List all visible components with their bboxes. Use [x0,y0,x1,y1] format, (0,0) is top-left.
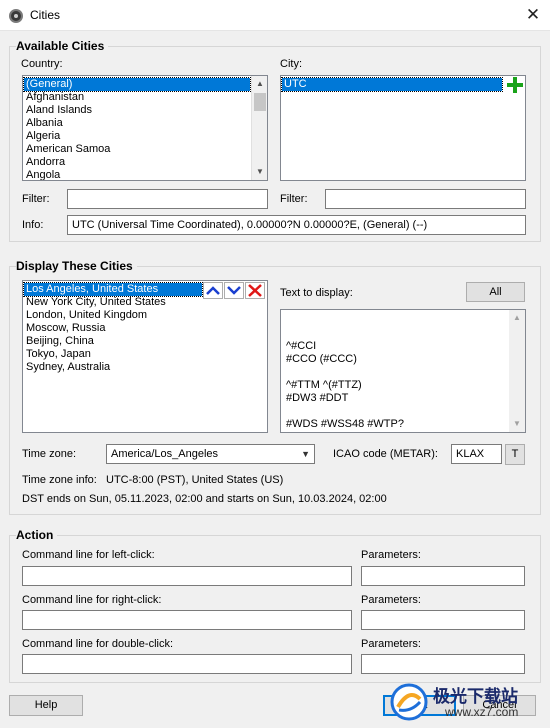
right-click-input[interactable] [22,610,352,630]
scroll-thumb[interactable] [254,93,266,111]
params-label-right: Parameters: [361,594,421,606]
info-label: Info: [22,219,44,231]
country-list-item[interactable]: Aland Islands [24,104,250,117]
display-city-item[interactable]: Beijing, China [24,335,202,348]
available-cities-title: Available Cities [16,39,109,53]
info-field[interactable]: UTC (Universal Time Coordinated), 0.0000… [67,215,526,235]
help-button[interactable]: Help [9,695,83,716]
t-button[interactable]: T [505,444,525,465]
double-click-params-input[interactable] [361,654,525,674]
remove-icon [248,284,262,297]
display-city-item[interactable]: Tokyo, Japan [24,348,202,361]
right-click-params-input[interactable] [361,610,525,630]
left-click-input[interactable] [22,566,352,586]
watermark-url: www.xz7.com [445,705,519,719]
right-click-label: Command line for right-click: [22,594,162,606]
display-city-item[interactable]: Los Angeles, United States [23,282,203,297]
text-to-display-value: ^#CCI #CCO (#CCC) ^#TTM ^(#TTZ) #DW3 #DD… [286,340,404,430]
display-city-item[interactable]: Moscow, Russia [24,322,202,335]
country-label: Country: [21,58,63,70]
params-label-double: Parameters: [361,638,421,650]
country-list-item[interactable]: Andorra [24,156,250,169]
action-title: Action [16,528,58,542]
scroll-up-icon[interactable]: ▲ [509,310,525,326]
country-list-item[interactable]: Angola [24,169,250,180]
city-list[interactable]: UTC [280,75,526,181]
window-title: Cities [30,8,61,22]
move-up-button[interactable] [203,282,223,299]
double-click-input[interactable] [22,654,352,674]
double-click-label: Command line for double-click: [22,638,174,650]
display-city-item[interactable]: London, United Kingdom [24,309,202,322]
move-down-button[interactable] [224,282,244,299]
country-scrollbar[interactable]: ▲ ▼ [251,76,267,180]
close-icon[interactable]: ✕ [522,4,544,26]
text-to-display-field[interactable]: ^#CCI #CCO (#CCC) ^#TTM ^(#TTZ) #DW3 #DD… [280,309,526,433]
tz-info-label: Time zone info: [22,474,97,486]
text-to-display-label: Text to display: [280,287,353,299]
left-click-label: Command line for left-click: [22,549,155,561]
display-city-item[interactable]: Sydney, Australia [24,361,202,374]
country-filter-input[interactable] [67,189,268,209]
country-list-item[interactable]: (General) [23,77,251,92]
display-city-list[interactable]: Los Angeles, United States New York City,… [22,280,268,433]
scroll-down-icon[interactable]: ▼ [252,164,267,180]
city-list-item[interactable]: UTC [281,77,503,92]
all-button[interactable]: All [466,282,525,302]
add-city-button[interactable] [506,76,524,94]
watermark: 极光下载站 www.xz7.com [387,680,547,726]
scroll-down-icon[interactable]: ▼ [509,416,525,432]
chevron-down-icon: ▼ [301,449,310,459]
arrow-up-icon [206,286,220,295]
params-label-left: Parameters: [361,549,421,561]
globe-icon [9,9,23,23]
left-click-params-input[interactable] [361,566,525,586]
country-list-item[interactable]: Afghanistan [24,91,250,104]
title-bar [0,0,550,31]
country-list[interactable]: (General) Afghanistan Aland Islands Albania… [22,75,268,181]
timezone-label: Time zone: [22,448,77,460]
filter-label-left: Filter: [22,193,50,205]
icao-input[interactable]: KLAX [451,444,502,464]
timezone-select[interactable]: America/Los_Angeles ▼ [106,444,315,464]
city-label: City: [280,58,302,70]
timezone-value: America/Los_Angeles [111,448,219,460]
country-list-item[interactable]: Albania [24,117,250,130]
text-scrollbar[interactable]: ▲ ▼ [509,310,525,432]
icao-label: ICAO code (METAR): [333,448,438,460]
country-list-item[interactable]: Algeria [24,130,250,143]
city-filter-input[interactable] [325,189,526,209]
arrow-down-icon [227,286,241,295]
plus-icon [507,77,523,93]
dst-info: DST ends on Sun, 05.11.2023, 02:00 and s… [22,493,387,505]
display-cities-title: Display These Cities [16,259,137,273]
scroll-up-icon[interactable]: ▲ [252,76,267,92]
tz-info-value: UTC-8:00 (PST), United States (US) [106,474,284,486]
country-list-item[interactable]: American Samoa [24,143,250,156]
watermark-logo-icon [390,683,428,721]
filter-label-right: Filter: [280,193,308,205]
remove-city-button[interactable] [245,282,265,299]
display-city-item[interactable]: New York City, United States [24,296,202,309]
watermark-text: 极光下载站 [433,687,518,707]
